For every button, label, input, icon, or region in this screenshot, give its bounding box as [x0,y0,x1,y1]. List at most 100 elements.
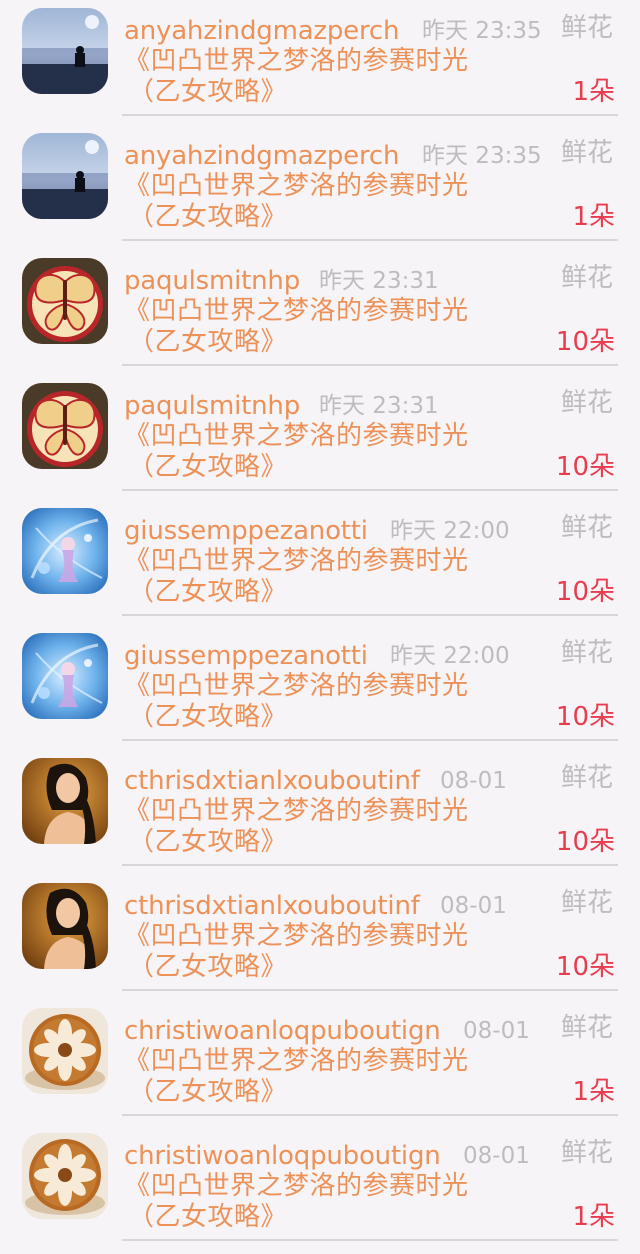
gift-count: 1朵 [572,1202,615,1232]
book-title-line-2: （乙女攻略》 [128,202,288,232]
timestamp: 昨天 22:00 [390,518,510,544]
timestamp: 昨天 22:00 [390,643,510,669]
book-title-line-2: （乙女攻略》 [128,1202,288,1232]
gift-type-label: 鲜花 [560,13,613,43]
book-title-line-2: （乙女攻略》 [128,577,288,607]
book-title-link[interactable]: 《凹凸世界之梦洛的参赛时光 （乙女攻略》 [124,421,524,483]
gift-type-label: 鲜花 [560,638,613,668]
username[interactable]: giussemppezanotti [124,639,368,673]
row-divider [122,739,618,741]
timestamp: 昨天 23:35 [422,143,542,169]
book-title-line-2: （乙女攻略》 [128,1077,288,1107]
row-divider [122,989,618,991]
book-title-line-2: （乙女攻略》 [128,452,288,482]
book-title-line-1: 《凹凸世界之梦洛的参赛时光 [124,546,469,576]
row-divider [122,864,618,866]
avatar-apple-butterfly-icon[interactable] [22,258,108,344]
list-item[interactable]: paqulsmitnhp 昨天 23:31 鲜花《凹凸世界之梦洛的参赛时光 （乙女攻略… [0,379,640,504]
row-divider [122,1114,618,1116]
username[interactable]: paqulsmitnhp [124,389,300,423]
book-title-line-1: 《凹凸世界之梦洛的参赛时光 [124,671,469,701]
username[interactable]: anyahzindgmazperch [124,139,399,173]
book-title-line-1: 《凹凸世界之梦洛的参赛时光 [124,296,469,326]
gift-type-label: 鲜花 [560,138,613,168]
username[interactable]: cthrisdxtianlxouboutinf [124,764,420,798]
book-title-line-2: （乙女攻略》 [128,952,288,982]
username[interactable]: cthrisdxtianlxouboutinf [124,889,420,923]
book-title-line-1: 《凹凸世界之梦洛的参赛时光 [124,1171,469,1201]
username[interactable]: giussemppezanotti [124,514,368,548]
gift-record-list: anyahzindgmazperch 昨天 23:35 鲜花 《凹凸世界之梦洛的参赛时… [0,0,640,1241]
list-item[interactable]: cthrisdxtianlxouboutinf 08-01 鲜花《凹凸世界之梦洛的参… [0,754,640,879]
book-title-link[interactable]: 《凹凸世界之梦洛的参赛时光 （乙女攻略》 [124,296,524,358]
book-title-link[interactable]: 《凹凸世界之梦洛的参赛时光 （乙女攻略》 [124,546,524,608]
book-title-line-1: 《凹凸世界之梦洛的参赛时光 [124,1046,469,1076]
list-item[interactable]: cthrisdxtianlxouboutinf 08-01 鲜花《凹凸世界之梦洛的参… [0,879,640,1004]
list-item[interactable]: giussemppezanotti 昨天 22:00 鲜花《凹凸世界之梦洛的参赛时光… [0,504,640,629]
list-item[interactable]: paqulsmitnhp 昨天 23:31 鲜花《凹凸世界之梦洛的参赛时光 （乙女攻略… [0,254,640,379]
book-title-line-2: （乙女攻略》 [128,327,288,357]
book-title-line-1: 《凹凸世界之梦洛的参赛时光 [124,171,469,201]
avatar-latte-art-icon[interactable] [22,1008,108,1094]
gift-count: 10朵 [555,702,615,732]
gift-type-label: 鲜花 [560,888,613,918]
book-title-link[interactable]: 《凹凸世界之梦洛的参赛时光 （乙女攻略》 [124,921,524,983]
gift-type-label: 鲜花 [560,263,613,293]
book-title-link[interactable]: 《凹凸世界之梦洛的参赛时光 （乙女攻略》 [124,1171,524,1233]
gift-count: 10朵 [555,952,615,982]
avatar-latte-art-icon[interactable] [22,1133,108,1219]
timestamp: 08-01 [440,768,507,794]
gift-count: 10朵 [555,452,615,482]
gift-count: 10朵 [555,327,615,357]
timestamp: 08-01 [440,893,507,919]
gift-type-label: 鲜花 [560,388,613,418]
book-title-line-2: （乙女攻略》 [128,827,288,857]
book-title-link[interactable]: 《凹凸世界之梦洛的参赛时光 （乙女攻略》 [124,1046,524,1108]
avatar-woman-portrait-icon[interactable] [22,758,108,844]
book-title-line-1: 《凹凸世界之梦洛的参赛时光 [124,421,469,451]
avatar-apple-butterfly-icon[interactable] [22,383,108,469]
row-divider [122,1239,618,1241]
timestamp: 08-01 [463,1143,530,1169]
timestamp: 昨天 23:31 [319,393,439,419]
gift-type-label: 鲜花 [560,1013,613,1043]
gift-count: 1朵 [572,1077,615,1107]
row-divider [122,114,618,116]
gift-type-label: 鲜花 [560,1138,613,1168]
avatar-blue-fantasy-icon[interactable] [22,508,108,594]
book-title-link[interactable]: 《凹凸世界之梦洛的参赛时光 （乙女攻略》 [124,171,524,233]
timestamp: 昨天 23:35 [422,18,542,44]
timestamp: 08-01 [463,1018,530,1044]
gift-type-label: 鲜花 [560,513,613,543]
row-divider [122,489,618,491]
row-divider [122,614,618,616]
timestamp: 昨天 23:31 [319,268,439,294]
username[interactable]: paqulsmitnhp [124,264,300,298]
book-title-line-1: 《凹凸世界之梦洛的参赛时光 [124,921,469,951]
username[interactable]: christiwoanloqpuboutign [124,1139,441,1173]
book-title-line-1: 《凹凸世界之梦洛的参赛时光 [124,796,469,826]
list-item[interactable]: christiwoanloqpuboutign 08-01 鲜花《凹凸世界之梦洛的参… [0,1004,640,1129]
book-title-line-1: 《凹凸世界之梦洛的参赛时光 [124,46,469,76]
avatar-sea-icon[interactable] [22,133,108,219]
gift-count: 10朵 [555,577,615,607]
book-title-line-2: （乙女攻略》 [128,702,288,732]
gift-type-label: 鲜花 [560,763,613,793]
list-item[interactable]: christiwoanloqpuboutign 08-01 鲜花《凹凸世界之梦洛的参… [0,1129,640,1254]
avatar-blue-fantasy-icon[interactable] [22,633,108,719]
book-title-link[interactable]: 《凹凸世界之梦洛的参赛时光 （乙女攻略》 [124,796,524,858]
avatar-woman-portrait-icon[interactable] [22,883,108,969]
row-divider [122,239,618,241]
username[interactable]: christiwoanloqpuboutign [124,1014,441,1048]
gift-count: 10朵 [555,827,615,857]
list-item[interactable]: anyahzindgmazperch 昨天 23:35 鲜花《凹凸世界之梦洛的参赛时… [0,4,640,129]
avatar-sea-icon[interactable] [22,8,108,94]
book-title-line-2: （乙女攻略》 [128,77,288,107]
list-item[interactable]: giussemppezanotti 昨天 22:00 鲜花《凹凸世界之梦洛的参赛时光… [0,629,640,754]
book-title-link[interactable]: 《凹凸世界之梦洛的参赛时光 （乙女攻略》 [124,671,524,733]
row-divider [122,364,618,366]
username[interactable]: anyahzindgmazperch [124,14,399,48]
list-item[interactable]: anyahzindgmazperch 昨天 23:35 鲜花《凹凸世界之梦洛的参赛时… [0,129,640,254]
book-title-link[interactable]: 《凹凸世界之梦洛的参赛时光 （乙女攻略》 [124,46,524,108]
gift-count: 1朵 [572,77,615,107]
